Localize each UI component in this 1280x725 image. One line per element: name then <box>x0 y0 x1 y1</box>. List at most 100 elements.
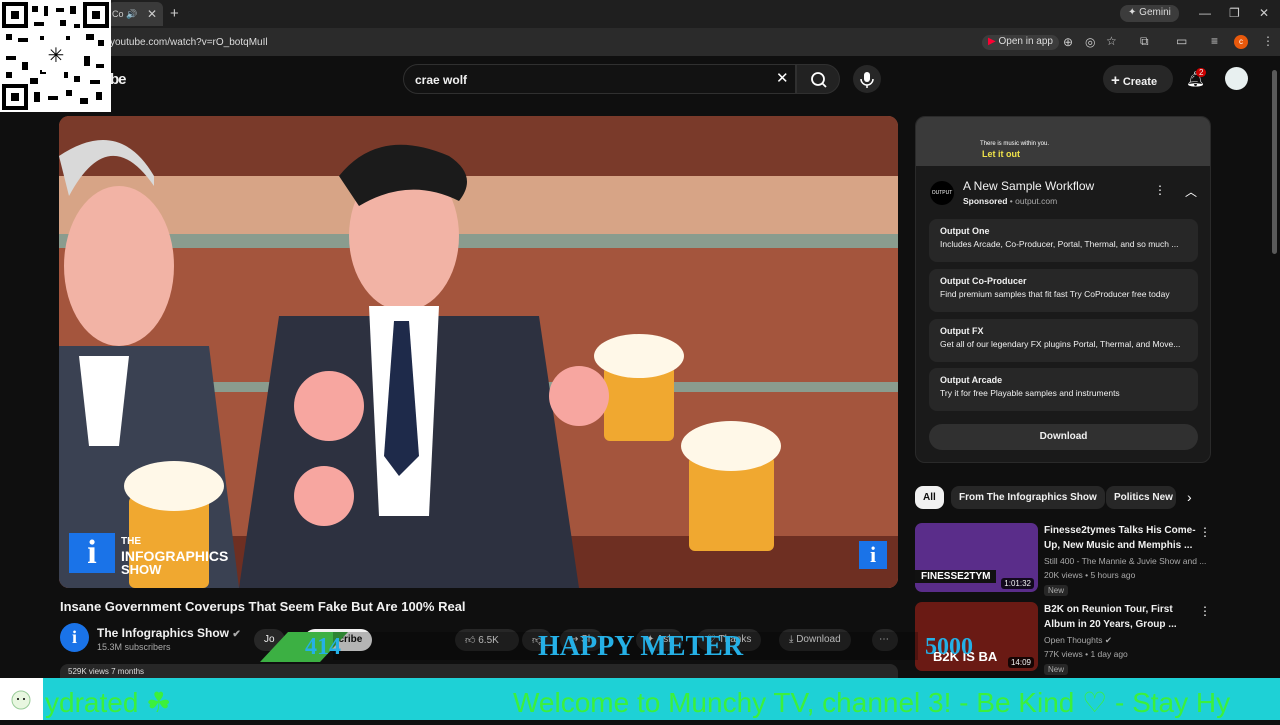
ad-item-output-one[interactable]: Output One Includes Arcade, Co-Producer, … <box>929 219 1198 262</box>
restore-icon[interactable]: ❐ <box>1229 6 1240 20</box>
ad-banner-text-1: There is music within you. <box>980 141 1050 147</box>
gemini-label: Gemini <box>1139 7 1171 18</box>
zoom-icon[interactable]: ⊕ <box>1063 35 1073 49</box>
channel-text: Open Thoughts <box>1044 635 1103 645</box>
ad-title[interactable]: A New Sample Workflow <box>963 179 1094 193</box>
ad-item-arcade[interactable]: Output Arcade Try it for free Playable sa… <box>929 368 1198 411</box>
recommendation-meta: 20K views • 5 hours ago <box>1044 570 1136 580</box>
more-vertical-icon[interactable]: ⋮ <box>1199 525 1211 539</box>
account-avatar[interactable] <box>1225 67 1248 90</box>
new-badge: New <box>1044 664 1069 675</box>
description-box[interactable]: 529K views 7 months <box>60 664 898 678</box>
open-in-app-button[interactable]: ▶ Open in app <box>982 35 1059 50</box>
close-tab-icon[interactable]: ✕ <box>147 7 157 21</box>
mic-icon <box>860 72 874 88</box>
happy-meter-value: 414 <box>305 634 341 660</box>
more-vertical-icon[interactable]: ⋮ <box>1199 604 1211 618</box>
gemini-button[interactable]: ✦ Gemini <box>1120 5 1179 22</box>
extensions-icon[interactable]: ⧉ <box>1140 34 1149 49</box>
profile-avatar[interactable]: c <box>1234 35 1248 49</box>
filter-chip-from-channel[interactable]: From The Infographics Show <box>951 486 1105 509</box>
open-in-app-label: Open in app <box>998 36 1053 47</box>
create-button[interactable]: + Create <box>1103 65 1173 93</box>
video-duration: 14:09 <box>1007 657 1034 668</box>
ad-domain: output.com <box>1015 196 1058 206</box>
qr-code: ✳ <box>0 0 111 112</box>
youtube-logo[interactable]: be <box>110 71 126 88</box>
page-scrollbar[interactable] <box>1272 70 1277 254</box>
ad-item-co-producer[interactable]: Output Co-Producer Find premium samples t… <box>929 269 1198 312</box>
ad-sponsor-line: Sponsored • output.com <box>963 196 1058 206</box>
ad-item-title: Output Co-Producer <box>940 276 1027 286</box>
video-frame <box>59 116 898 588</box>
collapse-ad-icon[interactable]: ︿ <box>1185 183 1197 200</box>
svg-text:✳: ✳ <box>48 43 65 67</box>
tab-title: Co <box>112 9 124 19</box>
video-thumbnail[interactable]: FINESSE2TYM 1:01:32 <box>915 523 1038 592</box>
channel-name[interactable]: The Infographics Show ✔ <box>97 626 241 640</box>
ad-more-icon[interactable]: ⋮ <box>1154 183 1166 197</box>
create-label: Create <box>1122 76 1158 88</box>
watermark-line-1: THE <box>121 536 141 547</box>
channel-watermark-icon[interactable]: i <box>859 541 887 569</box>
watermark-line-3: SHOW <box>121 562 162 577</box>
filter-chip-all[interactable]: All <box>915 486 944 509</box>
ticker-text-left: ydrated ☘ <box>45 687 172 718</box>
video-player[interactable]: i THE INFOGRAPHICS SHOW i <box>59 116 898 588</box>
cast-icon[interactable]: ▭ <box>1176 34 1187 48</box>
recommendation-title[interactable]: B2K on Reunion Tour, First Album in 20 Y… <box>1044 602 1199 632</box>
chevron-right-icon[interactable]: › <box>1187 489 1192 505</box>
ad-item-title: Output Arcade <box>940 375 1003 385</box>
ad-item-fx[interactable]: Output FX Get all of our legendary FX plu… <box>929 319 1198 362</box>
youtube-app-icon: ▶ <box>988 36 996 47</box>
sponsored-ad-card: There is music within you. Let it out OU… <box>915 116 1211 463</box>
ad-item-desc: Try it for free Playable samples and ins… <box>940 388 1120 398</box>
subscriber-count: 15.3M subscribers <box>97 642 171 652</box>
ad-item-title: Output One <box>940 226 990 236</box>
search-icon <box>811 72 827 88</box>
video-title: Insane Government Coverups That Seem Fak… <box>60 599 466 614</box>
channel-avatar[interactable]: i <box>60 623 89 652</box>
infographics-logo-icon: i <box>69 533 115 573</box>
sponsored-label: Sponsored <box>963 196 1008 206</box>
ad-brand-logo[interactable]: OUTPUT <box>930 181 954 205</box>
recommendation-channel[interactable]: Open Thoughts ✔ <box>1044 635 1112 646</box>
video-duration: 1:01:32 <box>1001 578 1034 589</box>
speaker-icon[interactable]: 🔊 <box>126 9 137 19</box>
ad-item-desc: Get all of our legendary FX plugins Port… <box>940 339 1181 349</box>
happy-meter-label: HAPPY METER <box>538 631 744 662</box>
ad-item-title: Output FX <box>940 326 984 336</box>
verified-icon: ✔ <box>1104 635 1112 645</box>
ad-banner-image[interactable]: There is music within you. Let it out <box>916 117 1210 166</box>
minimize-icon[interactable]: — <box>1199 6 1211 20</box>
url-text[interactable]: youtube.com/watch?v=rO_botqMuIl <box>110 37 268 48</box>
close-window-icon[interactable]: ✕ <box>1259 6 1269 20</box>
recommendation-item[interactable]: FINESSE2TYM 1:01:32 Finesse2tymes Talks … <box>915 523 1211 596</box>
filter-chip-politics[interactable]: Politics New <box>1106 486 1176 509</box>
ad-banner-text-2: Let it out <box>982 149 1020 159</box>
new-tab-icon[interactable]: + <box>170 5 179 22</box>
menu-kebab-icon[interactable]: ⋮ <box>1262 34 1274 48</box>
ad-download-button[interactable]: Download <box>929 424 1198 450</box>
qr-code-image: ✳ <box>2 2 109 110</box>
ad-item-desc: Find premium samples that fit fast Try C… <box>940 289 1170 299</box>
ticker-text: Welcome to Munchy TV, channel 3! - Be Ki… <box>513 687 1231 718</box>
video-watermark: THE INFOGRAPHICS SHOW <box>121 535 228 577</box>
search-button[interactable] <box>796 64 840 94</box>
channel-name-text: The Infographics Show <box>97 626 230 640</box>
voice-search-button[interactable] <box>853 65 881 93</box>
recommendation-channel[interactable]: Still 400 - The Mannie & Juvie Show and … <box>1044 556 1206 566</box>
ad-item-desc: Includes Arcade, Co-Producer, Portal, Th… <box>940 239 1179 249</box>
media-icon[interactable]: ≡ <box>1211 34 1218 48</box>
plus-icon: + <box>1111 72 1120 89</box>
clear-search-icon[interactable]: ✕ <box>776 69 789 87</box>
ticker-mascot-icon <box>0 678 43 720</box>
new-badge: New <box>1044 585 1069 596</box>
star-icon[interactable]: ☆ <box>1106 34 1117 48</box>
search-input[interactable]: crae wolf <box>403 64 796 94</box>
eye-off-icon[interactable]: ◎ <box>1085 35 1095 49</box>
happy-meter-max: 5000 <box>925 634 973 660</box>
recommendation-title[interactable]: Finesse2tymes Talks His Come-Up, New Mus… <box>1044 523 1199 553</box>
recommendation-meta: 77K views • 1 day ago <box>1044 649 1128 659</box>
browser-tab-bar <box>0 0 1280 28</box>
